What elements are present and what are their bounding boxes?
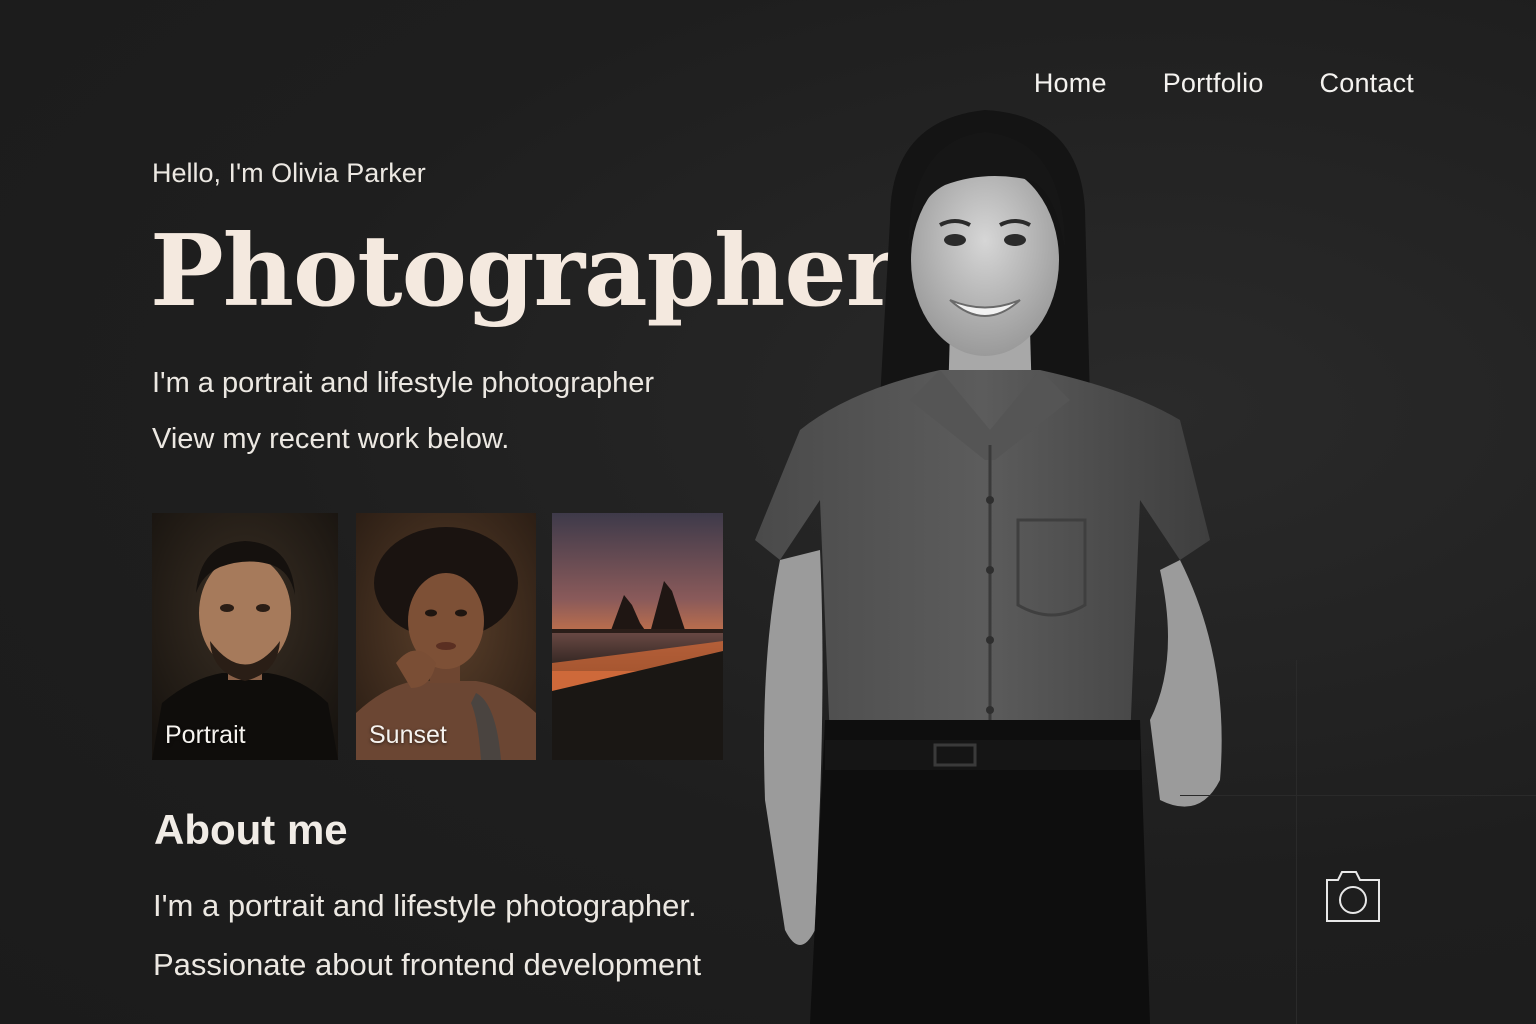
gallery-item-beach[interactable] — [552, 513, 723, 760]
camera-icon[interactable] — [1324, 868, 1382, 924]
decorative-divider-horizontal — [1180, 795, 1536, 796]
portfolio-page: Home Portfolio Contact Hello, I'm Olivia… — [0, 0, 1536, 1024]
nav-contact-link[interactable]: Contact — [1320, 68, 1414, 99]
gallery-caption-portrait: Portrait — [165, 721, 246, 749]
top-nav: Home Portfolio Contact — [1034, 68, 1414, 99]
hero-portrait-image — [740, 100, 1260, 1024]
nav-portfolio-link[interactable]: Portfolio — [1163, 68, 1264, 99]
gallery-item-sunset[interactable]: Sunset — [356, 513, 536, 760]
about-heading: About me — [154, 806, 348, 853]
beach-sunset-photo — [552, 513, 723, 760]
decorative-divider-vertical — [1296, 660, 1297, 1024]
hero-subtitle-line1: I'm a portrait and lifestyle photographe… — [152, 367, 655, 399]
hero-greeting: Hello, I'm Olivia Parker — [152, 158, 426, 188]
hero-subtitle-line2: View my recent work below. — [152, 423, 510, 455]
gallery-caption-sunset: Sunset — [369, 721, 447, 749]
gallery-item-portrait[interactable]: Portrait — [152, 513, 338, 760]
about-line2: Passionate about frontend development — [153, 947, 702, 982]
about-line1: I'm a portrait and lifestyle photographe… — [153, 888, 697, 923]
nav-home-link[interactable]: Home — [1034, 68, 1107, 99]
